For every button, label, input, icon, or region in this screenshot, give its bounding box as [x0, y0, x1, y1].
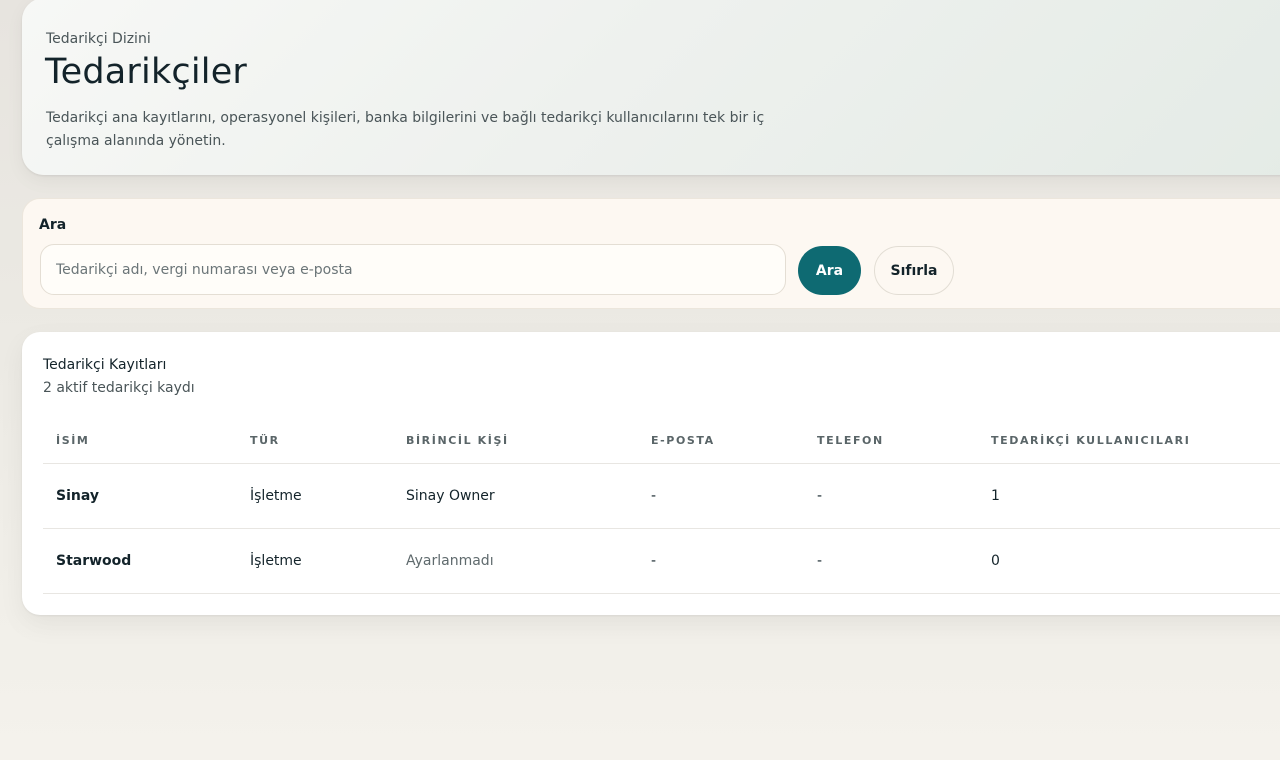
column-header-type[interactable]: TÜR	[237, 418, 393, 464]
search-panel: Ara Ara Sıfırla	[22, 198, 1280, 309]
supplier-phone: -	[804, 528, 978, 594]
column-header-primary-contact[interactable]: BİRİNCİL KİŞİ	[393, 418, 638, 464]
table-row[interactable]: Sinay İşletme Sinay Owner - - 1	[43, 463, 1280, 529]
column-header-email[interactable]: E-POSTA	[638, 418, 804, 464]
breadcrumb: Tedarikçi Dizini	[46, 31, 151, 47]
primary-contact: Ayarlanmadı	[393, 528, 638, 594]
supplier-email: -	[638, 463, 804, 529]
supplier-name[interactable]: Starwood	[43, 528, 237, 594]
reset-button[interactable]: Sıfırla	[874, 246, 954, 295]
page-title: Tedarikçiler	[45, 52, 248, 92]
table-row[interactable]: Starwood İşletme Ayarlanmadı - - 0	[43, 528, 1280, 594]
primary-contact: Sinay Owner	[393, 463, 638, 529]
supplier-records-panel: Tedarikçi Kayıtları 2 aktif tedarikçi ka…	[22, 332, 1280, 615]
page-header: Tedarikçi Dizini Tedarikçiler Tedarikçi …	[22, 0, 1280, 175]
column-header-name[interactable]: İSİM	[43, 418, 237, 464]
table-header-row: İSİM TÜR BİRİNCİL KİŞİ E-POSTA TELEFON T…	[43, 418, 1280, 464]
search-input[interactable]	[40, 244, 786, 295]
supplier-phone: -	[804, 463, 978, 529]
column-header-supplier-users[interactable]: TEDARİKÇİ KULLANICILARI	[978, 418, 1280, 464]
supplier-email: -	[638, 528, 804, 594]
search-label: Ara	[39, 217, 67, 233]
search-button[interactable]: Ara	[798, 246, 861, 295]
supplier-users-count: 1	[978, 463, 1280, 529]
supplier-table: İSİM TÜR BİRİNCİL KİŞİ E-POSTA TELEFON T…	[43, 418, 1280, 594]
records-count: 2 aktif tedarikçi kaydı	[43, 380, 195, 396]
supplier-users-count: 0	[978, 528, 1280, 594]
supplier-type: İşletme	[237, 528, 393, 594]
supplier-name[interactable]: Sinay	[43, 463, 237, 529]
page-description: Tedarikçi ana kayıtlarını, operasyonel k…	[46, 110, 765, 149]
supplier-type: İşletme	[237, 463, 393, 529]
column-header-phone[interactable]: TELEFON	[804, 418, 978, 464]
records-title: Tedarikçi Kayıtları	[43, 357, 167, 373]
